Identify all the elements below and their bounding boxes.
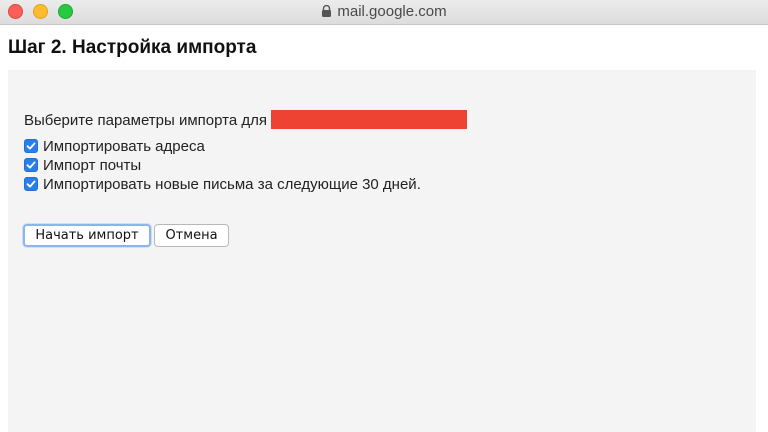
url-text: mail.google.com — [337, 3, 447, 20]
option-import-new-mail[interactable]: Импортировать новые письма за следующие … — [24, 175, 421, 193]
import-prompt-text: Выберите параметры импорта для — [24, 112, 267, 129]
import-settings-panel: Выберите параметры импорта для Импортиро… — [8, 70, 756, 432]
check-icon — [26, 180, 36, 188]
option-import-contacts[interactable]: Импортировать адреса — [24, 137, 205, 155]
start-import-button[interactable]: Начать импорт — [23, 224, 151, 247]
option-label: Импортировать адреса — [43, 137, 205, 155]
page-title: Шаг 2. Настройка импорта — [8, 37, 257, 58]
checkbox-import-mail[interactable] — [24, 158, 38, 172]
cancel-button[interactable]: Отмена — [154, 224, 229, 247]
checkbox-import-contacts[interactable] — [24, 139, 38, 153]
option-label: Импортировать новые письма за следующие … — [43, 175, 421, 193]
checkbox-import-new-mail[interactable] — [24, 177, 38, 191]
import-prompt: Выберите параметры импорта для — [24, 110, 467, 130]
lock-icon — [322, 5, 332, 17]
option-label: Импорт почты — [43, 156, 142, 174]
redacted-email — [270, 110, 467, 129]
check-icon — [26, 142, 36, 150]
check-icon — [26, 161, 36, 169]
address-bar[interactable]: mail.google.com — [0, 3, 768, 21]
window-titlebar: mail.google.com — [0, 0, 768, 25]
option-import-mail[interactable]: Импорт почты — [24, 156, 141, 174]
